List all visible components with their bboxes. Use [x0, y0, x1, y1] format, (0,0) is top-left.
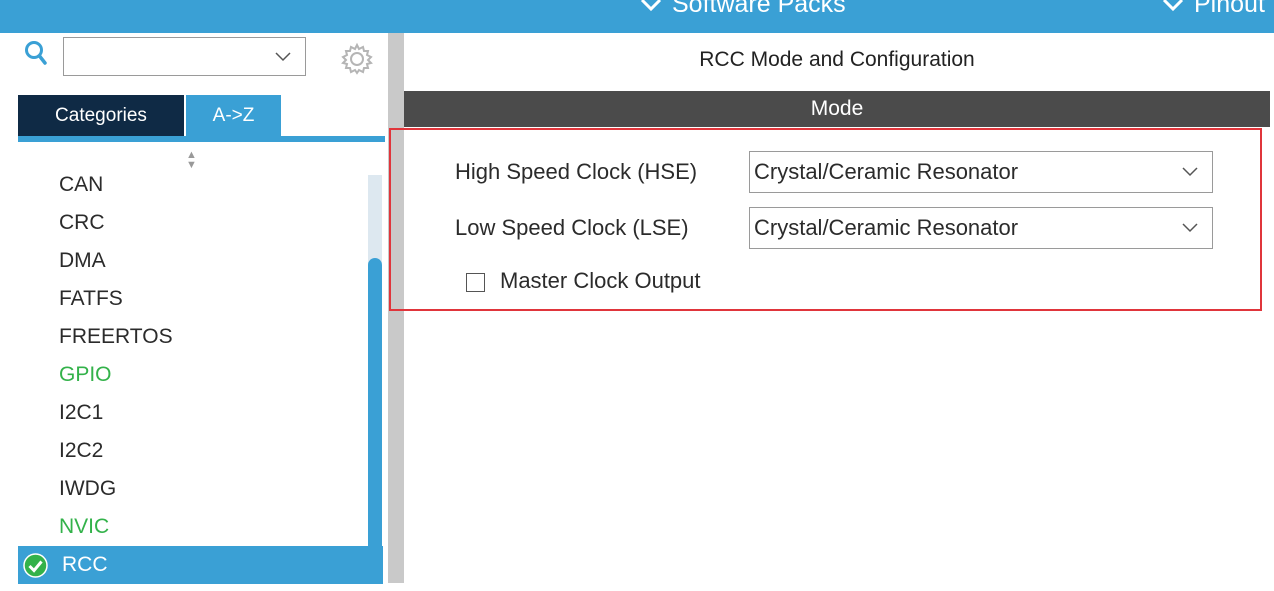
list-item-crc[interactable]: CRC: [18, 204, 368, 242]
list-item-rcc[interactable]: RCC: [18, 546, 383, 584]
search-combobox[interactable]: [63, 37, 306, 76]
chevron-down-icon: [640, 0, 662, 12]
hse-label: High Speed Clock (HSE): [455, 159, 698, 184]
search-icon[interactable]: [24, 40, 48, 71]
menu-pinout[interactable]: Pinout: [1162, 0, 1265, 21]
check-circle-icon: [23, 553, 48, 591]
list-item-rcc-label: RCC: [62, 553, 108, 576]
list-item-can[interactable]: CAN: [18, 166, 368, 204]
chevron-down-icon: [1162, 0, 1184, 12]
lse-select[interactable]: Crystal/Ceramic Resonator: [749, 207, 1213, 249]
panel-title: RCC Mode and Configuration: [699, 48, 975, 71]
top-menu-bar: Software Packs Pinout: [0, 0, 1274, 33]
tab-a-z[interactable]: A->Z: [186, 95, 281, 136]
list-item-i2c1[interactable]: I2C1: [18, 394, 368, 432]
master-clock-output-label[interactable]: Master Clock Output: [500, 268, 701, 294]
hse-select[interactable]: Crystal/Ceramic Resonator: [749, 151, 1213, 193]
lse-select-value: Crystal/Ceramic Resonator: [754, 215, 1019, 240]
menu-software-packs-label: Software Packs: [672, 0, 846, 18]
list-item-nvic[interactable]: NVIC: [18, 508, 368, 546]
tab-categories[interactable]: Categories: [18, 95, 184, 136]
list-item-freertos[interactable]: FREERTOS: [18, 318, 368, 356]
mode-section-header[interactable]: Mode: [404, 91, 1270, 127]
master-clock-output-checkbox[interactable]: [466, 273, 485, 292]
tab-underline: [18, 136, 385, 142]
list-item-fatfs[interactable]: FATFS: [18, 280, 368, 318]
chevron-down-icon[interactable]: [275, 52, 291, 62]
gear-icon[interactable]: [340, 42, 374, 81]
chevron-down-icon: [1182, 223, 1198, 233]
hse-select-value: Crystal/Ceramic Resonator: [754, 159, 1019, 184]
list-scrollbar-thumb[interactable]: [368, 258, 382, 583]
list-item-iwdg[interactable]: IWDG: [18, 470, 368, 508]
list-item-gpio[interactable]: GPIO: [18, 356, 368, 394]
menu-pinout-label: Pinout: [1194, 0, 1265, 18]
search-input[interactable]: [64, 38, 272, 75]
list-item-i2c2[interactable]: I2C2: [18, 432, 368, 470]
chevron-down-icon: [1182, 167, 1198, 177]
menu-software-packs[interactable]: Software Packs: [640, 0, 846, 21]
lse-label: Low Speed Clock (LSE): [455, 215, 689, 240]
list-item-dma[interactable]: DMA: [18, 242, 368, 280]
